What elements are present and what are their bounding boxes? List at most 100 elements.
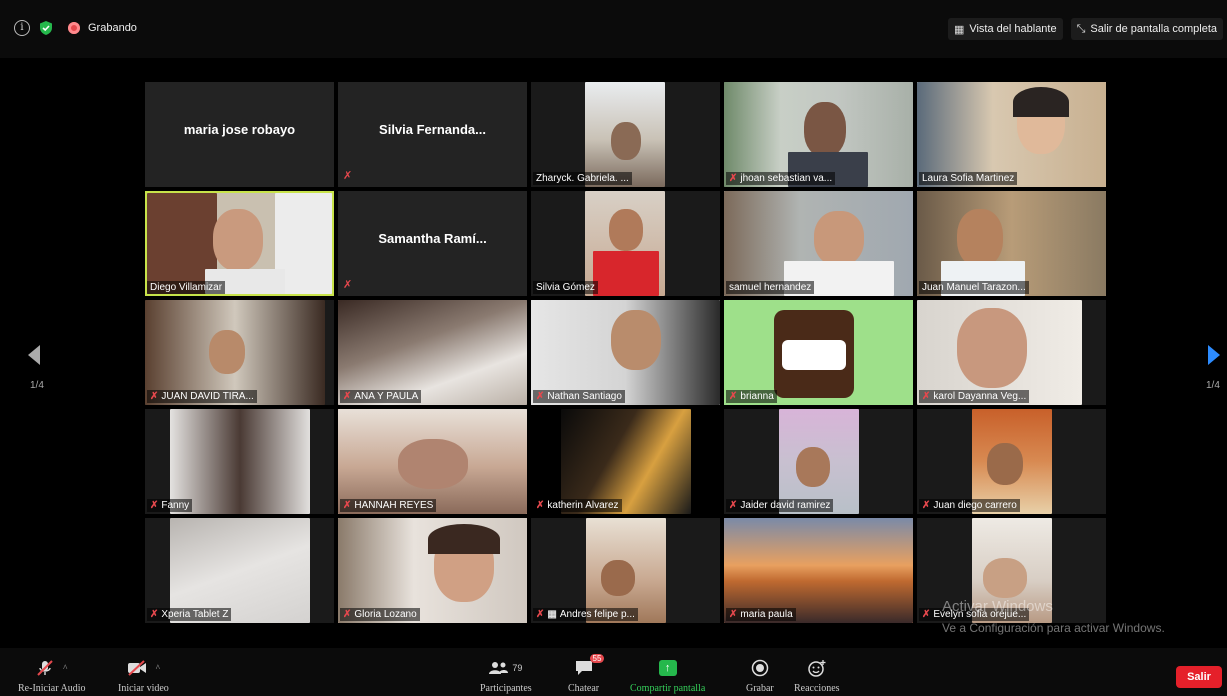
video-feed — [428, 524, 500, 554]
participant-name-label: Laura Sofia Martinez — [919, 172, 1018, 185]
record-button[interactable]: Grabar — [746, 658, 774, 694]
video-feed — [398, 439, 468, 489]
shield-icon[interactable] — [38, 20, 54, 36]
participant-name-label: samuel hernandez — [726, 281, 815, 294]
info-icon[interactable]: i — [14, 20, 30, 36]
video-off-icon — [127, 660, 146, 676]
participant-tile[interactable]: Samantha Ramí... ✗ — [338, 191, 527, 296]
next-page-arrow-icon[interactable] — [1208, 345, 1220, 365]
muted-microphone-icon — [37, 660, 53, 676]
recording-icon — [68, 22, 80, 34]
participant-tile[interactable]: ✗ katherin Alvarez — [531, 409, 720, 514]
participant-name-label: Silvia Gómez — [533, 281, 598, 294]
audio-button[interactable]: ^ Re-Iniciar Audio — [18, 658, 85, 694]
participant-tile[interactable]: Silvia Fernanda... ✗ — [338, 82, 527, 187]
video-options-caret-icon[interactable]: ^ — [156, 663, 160, 673]
leave-meeting-button[interactable]: Salir — [1176, 666, 1222, 688]
participant-tile[interactable]: ✗ Jaider david ramirez — [724, 409, 913, 514]
video-feed — [957, 308, 1027, 388]
share-screen-button[interactable]: ↑ Compartir pantalla — [630, 658, 705, 694]
page-indicator-left: 1/4 — [30, 380, 44, 391]
participant-name-label: ✗ ▦ Andres felipe p... — [533, 608, 638, 621]
participant-name-label: ✗ katherin Alvarez — [533, 499, 622, 512]
participant-tile[interactable]: ✗ jhoan sebastian va... — [724, 82, 913, 187]
exit-fullscreen-button[interactable]: ⤡ Salir de pantalla completa — [1070, 18, 1223, 40]
participant-name-label: ✗ HANNAH REYES — [340, 499, 437, 512]
exit-fullscreen-label: Salir de pantalla completa — [1090, 23, 1217, 35]
top-bar: i Grabando ▦ Vista del hablante ⤡ Salir … — [0, 0, 1227, 58]
share-screen-icon: ↑ — [658, 660, 677, 676]
participant-tile[interactable]: ✗ Fanny — [145, 409, 334, 514]
video-button[interactable]: ^ Iniciar video — [118, 658, 169, 694]
participant-name: Silvia Fernanda... — [379, 122, 486, 137]
audio-options-caret-icon[interactable]: ^ — [63, 663, 67, 673]
video-feed — [1013, 87, 1069, 117]
participant-tile[interactable]: ✗ maria paula — [724, 518, 913, 623]
muted-mic-icon: ✗ — [922, 500, 931, 511]
muted-mic-icon: ✗ — [922, 609, 931, 620]
participant-name-label: ✗ Fanny — [147, 499, 193, 512]
participant-tile[interactable]: ✗ ▦ Andres felipe p... — [531, 518, 720, 623]
participant-tile[interactable]: samuel hernandez — [724, 191, 913, 296]
previous-page-arrow-icon[interactable] — [28, 345, 40, 365]
participant-tile[interactable]: ✗ brianna — [724, 300, 913, 405]
muted-mic-icon: ✗ — [343, 169, 353, 182]
participant-tile[interactable]: ✗ ANA Y PAULA — [338, 300, 527, 405]
video-feed — [611, 122, 641, 160]
speaker-view-button[interactable]: ▦ Vista del hablante — [947, 18, 1063, 40]
video-feed — [601, 560, 635, 596]
record-icon — [751, 659, 769, 677]
meeting-toolbar: ^ Re-Iniciar Audio ^ Iniciar video 79 Pa… — [0, 648, 1227, 696]
video-feed — [209, 330, 245, 374]
participant-tile[interactable]: ✗ JUAN DAVID TIRA... — [145, 300, 334, 405]
participant-name-label: Juan Manuel Tarazon... — [919, 281, 1029, 294]
chat-button[interactable]: 55 Chatear — [568, 654, 605, 694]
activation-watermark-title: Activar Windows — [942, 598, 1053, 615]
participant-name-label: ✗ jhoan sebastian va... — [726, 172, 836, 185]
activation-watermark-text: Ve a Configuración para activar Windows. — [942, 621, 1165, 635]
video-feed — [804, 102, 846, 157]
participant-name-label: ✗ ANA Y PAULA — [340, 390, 422, 403]
keyboard-icon: ▦ — [547, 609, 557, 620]
participant-tile[interactable]: ✗ HANNAH REYES — [338, 409, 527, 514]
muted-mic-icon: ✗ — [729, 391, 738, 402]
exit-fullscreen-icon: ⤡ — [1076, 22, 1086, 35]
participant-tile[interactable]: ✗ Juan diego carrero — [917, 409, 1106, 514]
participant-name-label: ✗ Jaider david ramirez — [726, 499, 834, 512]
reactions-button[interactable]: Reacciones — [794, 658, 840, 694]
participant-tile[interactable]: Laura Sofia Martinez — [917, 82, 1106, 187]
participants-button[interactable]: 79 Participantes — [480, 658, 532, 694]
participant-name-label: ✗ JUAN DAVID TIRA... — [147, 390, 257, 403]
participant-tile[interactable]: ✗ Nathan Santiago — [531, 300, 720, 405]
video-feed — [814, 211, 864, 266]
muted-mic-icon: ✗ — [343, 391, 352, 402]
participant-tile[interactable]: ✗ karol Dayanna Veg... — [917, 300, 1106, 405]
muted-mic-icon: ✗ — [536, 609, 545, 620]
record-button-label: Grabar — [746, 683, 774, 694]
participant-tile[interactable]: Silvia Gómez — [531, 191, 720, 296]
participant-name-label: Diego Villamizar — [147, 281, 226, 294]
muted-mic-icon: ✗ — [150, 391, 159, 402]
video-feed — [782, 340, 846, 370]
chat-unread-badge: 55 — [589, 654, 605, 663]
muted-mic-icon: ✗ — [922, 391, 931, 402]
participant-name-label: ✗ Xperia Tablet Z — [147, 608, 232, 621]
muted-mic-icon: ✗ — [150, 609, 159, 620]
muted-mic-icon: ✗ — [150, 500, 159, 511]
muted-mic-icon: ✗ — [343, 278, 353, 291]
video-feed — [987, 443, 1023, 485]
participant-tile[interactable]: Juan Manuel Tarazon... — [917, 191, 1106, 296]
participant-tile-active-speaker[interactable]: Diego Villamizar — [145, 191, 334, 296]
participants-icon — [489, 662, 509, 674]
video-feed — [609, 209, 643, 251]
participant-name: Samantha Ramí... — [378, 231, 487, 246]
video-feed — [593, 251, 659, 296]
speaker-view-label: Vista del hablante — [969, 23, 1057, 35]
participant-tile[interactable]: ✗ Xperia Tablet Z — [145, 518, 334, 623]
muted-mic-icon: ✗ — [729, 173, 738, 184]
participant-tile[interactable]: ✗ Gloria Lozano — [338, 518, 527, 623]
video-button-label: Iniciar video — [118, 683, 169, 694]
participant-tile[interactable]: maria jose robayo — [145, 82, 334, 187]
participant-name: maria jose robayo — [183, 122, 296, 137]
participant-tile[interactable]: Zharyck. Gabriela. ... — [531, 82, 720, 187]
